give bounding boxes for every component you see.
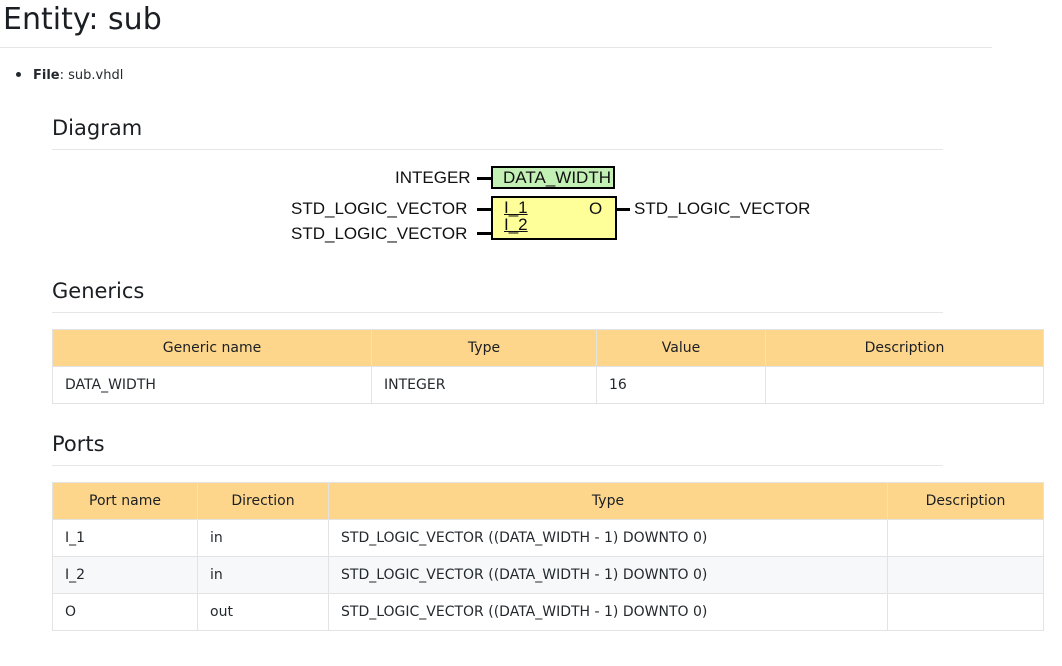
table-cell: out [197,593,329,631]
title-divider [0,47,992,48]
bullet-icon [16,72,21,77]
column-header: Description [887,482,1044,520]
table-cell: I_1 [52,519,198,557]
table-cell: STD_LOGIC_VECTOR ((DATA_WIDTH - 1) DOWNT… [328,593,888,631]
port-out-name: O [589,199,603,218]
section-divider [52,465,943,466]
table-cell [765,366,1044,404]
table-cell: in [197,519,329,557]
table-row: O out STD_LOGIC_VECTOR ((DATA_WIDTH - 1)… [52,593,1044,631]
table-cell: in [197,556,329,594]
column-header: Port name [52,482,198,520]
table-cell [887,593,1044,631]
section-title-generics: Generics [52,279,145,303]
section-divider [52,312,943,313]
table-cell: STD_LOGIC_VECTOR ((DATA_WIDTH - 1) DOWNT… [328,519,888,557]
port-out-type-label: STD_LOGIC_VECTOR [634,199,811,218]
port-in-2-type-label: STD_LOGIC_VECTOR [291,224,468,243]
table-cell: O [52,593,198,631]
section-title-ports: Ports [52,432,105,456]
table-row: DATA_WIDTH INTEGER 16 [52,366,1044,404]
ports-table: Port name Direction Type Description I_1… [52,482,1044,631]
section-divider [52,149,943,150]
table-header-row: Port name Direction Type Description [52,482,1044,520]
page-title: Entity: sub [3,2,162,37]
column-header: Value [596,329,766,367]
table-row: I_2 in STD_LOGIC_VECTOR ((DATA_WIDTH - 1… [52,556,1044,594]
generic-type-label: INTEGER [395,168,471,187]
column-header: Type [371,329,597,367]
port-in-2-name: I_2 [504,215,528,234]
port-out-connector [617,208,630,211]
table-cell: 16 [596,366,766,404]
table-header-row: Generic name Type Value Description [52,329,1044,367]
generic-name-label: DATA_WIDTH [503,168,611,187]
table-cell: STD_LOGIC_VECTOR ((DATA_WIDTH - 1) DOWNT… [328,556,888,594]
table-cell: INTEGER [371,366,597,404]
column-header: Generic name [52,329,372,367]
port-in-1-name: I_1 [504,198,528,217]
file-info: File: sub.vhdl [16,66,123,86]
table-row: I_1 in STD_LOGIC_VECTOR ((DATA_WIDTH - 1… [52,519,1044,557]
port-in-1-connector [477,208,491,211]
file-label: File [33,68,60,83]
column-header: Description [765,329,1044,367]
generics-table: Generic name Type Value Description DATA… [52,329,1044,404]
table-cell [887,556,1044,594]
table-cell: DATA_WIDTH [52,366,372,404]
column-header: Direction [197,482,329,520]
column-header: Type [328,482,888,520]
port-in-1-type-label: STD_LOGIC_VECTOR [291,199,468,218]
table-cell [887,519,1044,557]
table-cell: I_2 [52,556,198,594]
section-title-diagram: Diagram [52,116,143,140]
port-in-2-connector [477,232,491,235]
file-name: sub.vhdl [68,68,124,83]
generic-connector [477,177,491,180]
